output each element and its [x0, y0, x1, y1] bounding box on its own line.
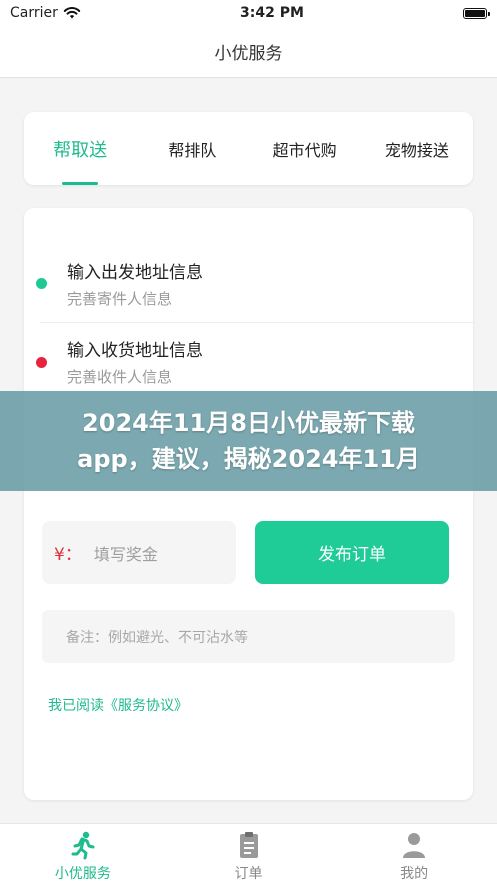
banner-line-1: 2024年11月8日小优最新下载 — [82, 409, 415, 437]
overlay-banner: 2024年11月8日小优最新下载 app，建议，揭秘2024年11月 — [0, 391, 497, 491]
publish-order-button[interactable]: 发布订单 — [255, 521, 449, 584]
delivery-subtitle: 完善收件人信息 — [67, 368, 173, 386]
tab-label: 宠物接送 — [384, 140, 449, 160]
bottom-tab-label: 小优服务 — [54, 866, 111, 882]
service-agreement-link[interactable]: 我已阅读《服务协议》 — [48, 695, 188, 715]
currency-symbol: ¥： — [54, 545, 82, 565]
battery-icon — [463, 7, 490, 19]
bottom-tab-mine[interactable]: 我的 — [331, 824, 497, 883]
status-bar: Carrier 3:42 PM — [0, 0, 497, 26]
pickup-address-row[interactable]: 输入出发地址信息 完善寄件人信息 — [24, 244, 473, 318]
tab-grocery[interactable]: 超市代购 — [249, 112, 361, 185]
wifi-icon — [63, 7, 81, 19]
bottom-tab-bar: 小优服务 订单 我的 — [0, 823, 497, 883]
order-form-card: 输入出发地址信息 完善寄件人信息 输入收货地址信息 完善收件人信息 ¥： 填写奖… — [24, 208, 473, 800]
delivery-title: 输入收货地址信息 — [67, 341, 203, 361]
bottom-tab-label: 我的 — [400, 866, 429, 882]
pickup-dot-icon — [36, 278, 47, 289]
status-left: Carrier — [10, 5, 81, 21]
clipboard-icon — [239, 832, 258, 858]
page-title: 小优服务 — [214, 44, 283, 64]
tab-pickup-delivery[interactable]: 帮取送 — [24, 112, 136, 185]
bottom-tab-label: 订单 — [234, 866, 263, 882]
reward-placeholder: 填写奖金 — [93, 544, 158, 564]
reward-input[interactable]: ¥： 填写奖金 — [42, 521, 236, 584]
tab-pet-transport[interactable]: 宠物接送 — [361, 112, 473, 185]
status-time: 3:42 PM — [240, 5, 304, 21]
bottom-tab-orders[interactable]: 订单 — [166, 824, 332, 883]
tab-label: 超市代购 — [272, 140, 337, 160]
service-tabs: 帮取送 帮排队 超市代购 宠物接送 — [24, 112, 473, 185]
pickup-subtitle: 完善寄件人信息 — [67, 290, 173, 308]
tab-queue[interactable]: 帮排队 — [136, 112, 248, 185]
delivery-address-row[interactable]: 输入收货地址信息 完善收件人信息 — [24, 323, 473, 397]
pickup-title: 输入出发地址信息 — [67, 263, 203, 283]
carrier-label: Carrier — [10, 5, 58, 21]
nav-bar: 小优服务 — [0, 26, 497, 78]
remark-input[interactable]: 备注：例如避光、不可沾水等 — [42, 610, 455, 663]
delivery-dot-icon — [36, 357, 47, 368]
bottom-tab-service[interactable]: 小优服务 — [0, 824, 166, 883]
banner-line-2: app，建议，揭秘2024年11月 — [77, 445, 420, 473]
person-icon — [403, 833, 426, 858]
runner-icon — [71, 831, 95, 860]
tab-label: 帮取送 — [53, 139, 108, 161]
tab-label: 帮排队 — [168, 140, 217, 160]
